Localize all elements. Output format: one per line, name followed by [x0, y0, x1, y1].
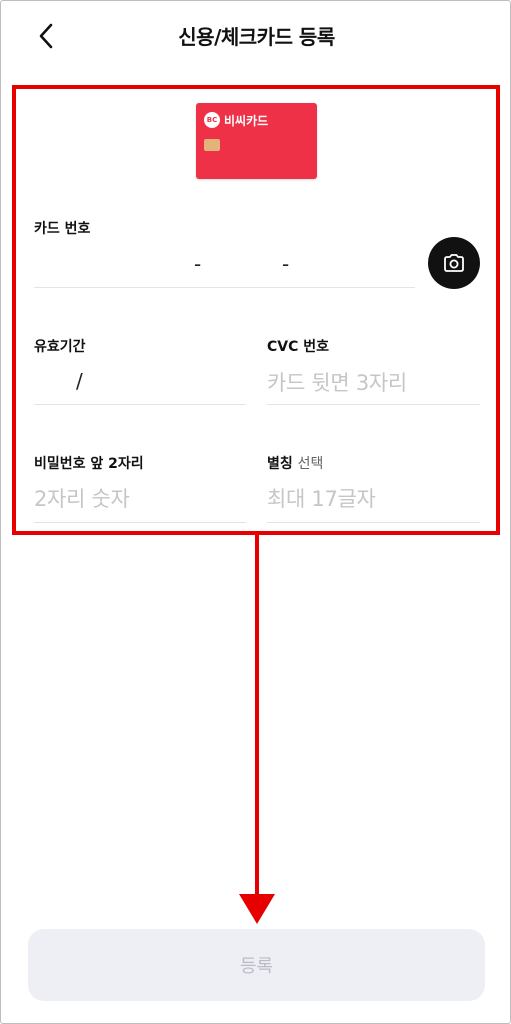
annotation-arrow-line	[255, 535, 259, 895]
register-button[interactable]: 등록	[28, 929, 485, 1001]
header: 신용/체크카드 등록	[1, 1, 511, 71]
register-button-label: 등록	[239, 956, 274, 977]
screen: 신용/체크카드 등록 BC 비씨카드 카드 번호 - - 유효기간 / CVC …	[0, 0, 511, 1024]
annotation-arrow-head	[239, 894, 275, 924]
page-title: 신용/체크카드 등록	[178, 25, 335, 49]
annotation-highlight-box	[12, 85, 500, 535]
